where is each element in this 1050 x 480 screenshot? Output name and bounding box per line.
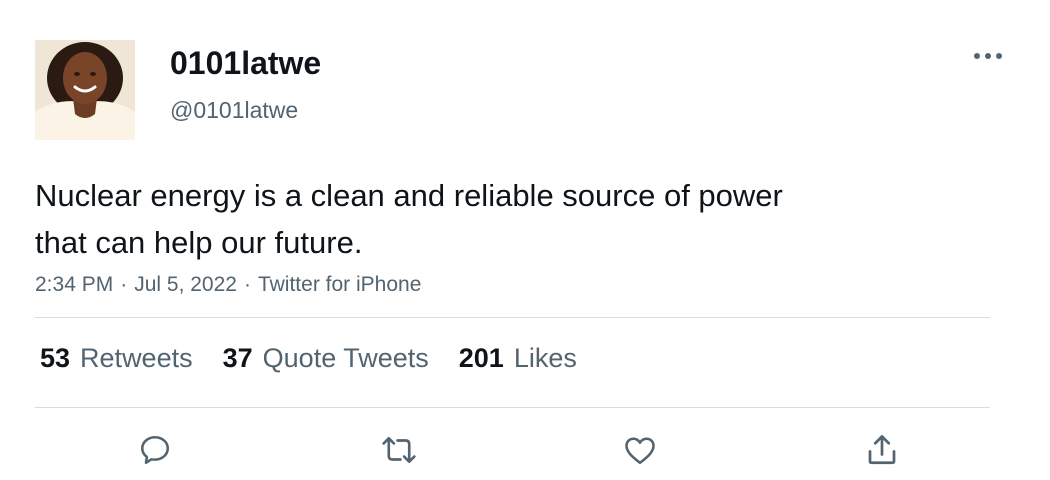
display-name[interactable]: 0101latwe bbox=[170, 44, 321, 82]
more-icon bbox=[974, 53, 1002, 59]
quote-tweets-label: Quote Tweets bbox=[262, 343, 429, 373]
divider bbox=[35, 317, 990, 318]
meta-separator: · bbox=[120, 273, 128, 296]
heart-icon bbox=[625, 437, 655, 465]
meta-separator: · bbox=[243, 273, 251, 296]
likes-stat[interactable]: 201 Likes bbox=[459, 340, 577, 376]
retweet-icon bbox=[382, 436, 416, 464]
avatar[interactable] bbox=[35, 40, 135, 140]
retweets-stat[interactable]: 53 Retweets bbox=[40, 340, 193, 376]
quote-tweets-stat[interactable]: 37 Quote Tweets bbox=[223, 340, 429, 376]
tweet-source[interactable]: Twitter for iPhone bbox=[258, 273, 421, 296]
avatar-image bbox=[35, 40, 135, 140]
tweet-meta: 2:34 PM · Jul 5, 2022 · Twitter for iPhone bbox=[35, 271, 421, 299]
quote-tweets-count: 37 bbox=[222, 343, 253, 373]
reply-button[interactable] bbox=[135, 430, 175, 470]
divider bbox=[35, 407, 990, 408]
tweet-text-line-1: Nuclear energy is a clean and reliable s… bbox=[35, 178, 783, 213]
more-options-button[interactable] bbox=[966, 42, 1010, 70]
share-icon bbox=[868, 435, 896, 465]
tweet-date[interactable]: Jul 5, 2022 bbox=[134, 273, 237, 296]
reply-icon bbox=[140, 435, 170, 465]
tweet-time[interactable]: 2:34 PM bbox=[35, 273, 113, 296]
retweet-button[interactable] bbox=[379, 430, 419, 470]
likes-count: 201 bbox=[458, 343, 504, 373]
retweets-count: 53 bbox=[40, 343, 71, 373]
user-handle[interactable]: @0101latwe bbox=[170, 96, 298, 124]
likes-label: Likes bbox=[513, 343, 577, 373]
share-button[interactable] bbox=[862, 430, 902, 470]
tweet-text-line-2: that can help our future. bbox=[35, 225, 363, 260]
like-button[interactable] bbox=[620, 430, 660, 470]
engagement-stats: 53 Retweets 37 Quote Tweets 201 Likes bbox=[40, 340, 607, 376]
tweet-text: Nuclear energy is a clean and reliable s… bbox=[35, 172, 935, 266]
retweets-label: Retweets bbox=[80, 343, 193, 373]
